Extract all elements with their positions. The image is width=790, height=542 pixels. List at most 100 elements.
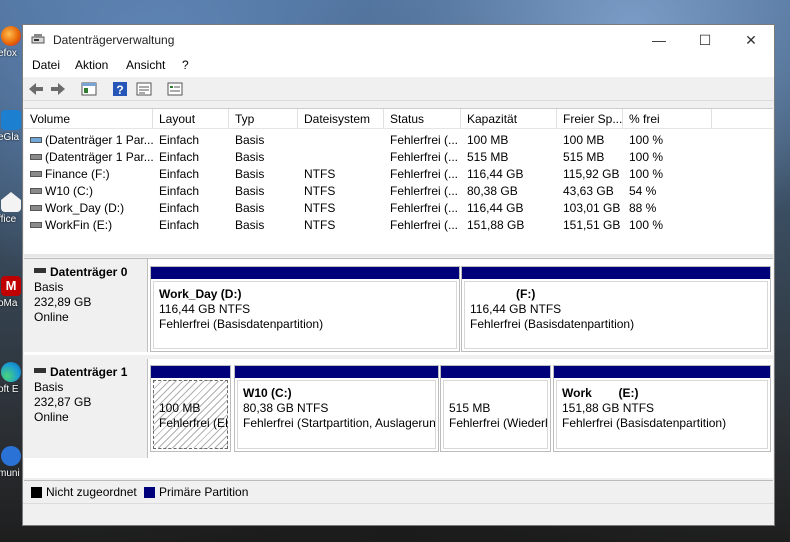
disk-size: 232,89 GB <box>34 295 92 309</box>
back-arrow-icon[interactable] <box>27 80 45 98</box>
title-bar[interactable]: Datenträgerverwaltung — ☐ ✕ <box>23 25 774 55</box>
freier-speicher-cell: 43,63 GB <box>563 184 614 198</box>
disk-state: Online <box>34 310 69 324</box>
disk-size: 232,87 GB <box>34 395 92 409</box>
menu-aktion[interactable]: Aktion <box>75 58 108 72</box>
column-header-typ[interactable]: Typ <box>229 109 298 129</box>
disk-type: Basis <box>34 380 64 394</box>
menu-ansicht[interactable]: Ansicht <box>126 58 165 72</box>
partition-body: 100 MB Fehlerfrei (EF <box>153 380 228 449</box>
table-row[interactable]: Finance (F:) Einfach Basis NTFS Fehlerfr… <box>24 166 773 183</box>
column-header-layout[interactable]: Layout <box>153 109 229 129</box>
freier-speicher-cell: 115,92 GB <box>563 167 620 181</box>
partition-name: Work (E:) <box>562 386 639 400</box>
forward-arrow-icon[interactable] <box>49 80 67 98</box>
legend-label-primary: Primäre Partition <box>159 485 249 499</box>
desktop-icon-label: oMa <box>0 298 18 309</box>
volume-name: W10 (C:) <box>45 184 93 198</box>
window-title: Datenträgerverwaltung <box>53 33 175 47</box>
status-cell: Fehlerfrei (... <box>390 133 459 147</box>
volume-icon <box>30 153 42 160</box>
app-icon <box>1 110 21 130</box>
partition-finance[interactable]: (F:) 116,44 GB NTFS Fehlerfrei (Basisdat… <box>461 266 771 352</box>
console-icon[interactable] <box>166 80 184 98</box>
edge-icon <box>1 362 21 382</box>
typ-cell: Basis <box>235 133 265 147</box>
partition-size: 116,44 GB NTFS <box>470 302 562 316</box>
column-header-freier-speicher[interactable]: Freier Sp... <box>557 109 623 129</box>
desktop-shortcut-mail[interactable]: M oMa <box>0 276 22 312</box>
desktop-shortcut-app[interactable]: eGla <box>0 110 22 146</box>
partition-status: Fehlerfrei (EF <box>159 416 228 430</box>
primary-partition-bar <box>441 366 550 378</box>
partition-body: Work (E:) 151,88 GB NTFS Fehlerfrei (Bas… <box>556 380 768 449</box>
details-icon[interactable] <box>135 80 153 98</box>
disk-icon <box>34 268 46 274</box>
partition-status: Fehlerfrei (Basisdatenpartition) <box>562 416 727 430</box>
dateisystem-cell: NTFS <box>304 201 336 215</box>
disk-0-info[interactable]: Datenträger 0 Basis 232,89 GB Online <box>24 259 148 352</box>
primary-partition-bar <box>462 267 770 279</box>
layout-cell: Einfach <box>159 167 200 181</box>
partition-workfin[interactable]: Work (E:) 151,88 GB NTFS Fehlerfrei (Bas… <box>553 365 771 452</box>
partition-size: 116,44 GB NTFS <box>159 302 251 316</box>
properties-icon[interactable] <box>80 80 98 98</box>
disk-type: Basis <box>34 280 64 294</box>
column-header-dateisystem[interactable]: Dateisystem <box>298 109 384 129</box>
list-splitter[interactable] <box>24 254 773 257</box>
dateisystem-cell: NTFS <box>304 218 336 232</box>
partition-work-day[interactable]: Work_Day (D:) 116,44 GB NTFS Fehlerfrei … <box>150 266 460 352</box>
desktop-shortcut-office[interactable]: ffice <box>0 192 22 228</box>
volume-icon <box>30 136 42 143</box>
disk-1-info[interactable]: Datenträger 1 Basis 232,87 GB Online <box>24 359 148 458</box>
column-header-status[interactable]: Status <box>384 109 461 129</box>
typ-cell: Basis <box>235 150 265 164</box>
menu-datei[interactable]: Datei <box>32 58 60 72</box>
table-row[interactable]: WorkFin (E:) Einfach Basis NTFS Fehlerfr… <box>24 217 773 234</box>
typ-cell: Basis <box>235 201 265 215</box>
volume-icon <box>30 187 42 194</box>
primary-partition-bar <box>151 267 459 279</box>
kapazitaet-cell: 151,88 GB <box>467 218 525 232</box>
close-button[interactable]: ✕ <box>728 25 774 55</box>
partition-size: 515 MB <box>449 401 491 415</box>
dateisystem-cell: NTFS <box>304 184 336 198</box>
partition-status: Fehlerfrei (Startpartition, Auslagerun <box>243 416 436 430</box>
dateisystem-cell <box>298 149 384 166</box>
maximize-button[interactable]: ☐ <box>682 25 728 55</box>
primary-partition-bar <box>235 366 438 378</box>
prozent-frei-cell: 100 % <box>629 133 664 147</box>
column-header-prozent-frei[interactable]: % frei <box>623 109 712 129</box>
freier-speicher-cell: 100 MB <box>563 133 605 147</box>
partition-name: W10 (C:) <box>243 386 292 400</box>
column-header-volume[interactable]: Volume <box>24 109 153 129</box>
dateisystem-cell <box>298 132 384 149</box>
disk-state: Online <box>34 410 69 424</box>
legend: Nicht zugeordnet Primäre Partition <box>24 480 773 502</box>
primary-partition-bar <box>554 366 770 378</box>
table-row[interactable]: Work_Day (D:) Einfach Basis NTFS Fehlerf… <box>24 200 773 217</box>
partition-name <box>449 386 547 401</box>
partition-w10[interactable]: W10 (C:) 80,38 GB NTFS Fehlerfrei (Start… <box>234 365 439 452</box>
prozent-frei-cell: 88 % <box>629 201 657 215</box>
freier-speicher-cell: 151,51 GB <box>563 218 621 232</box>
desktop-shortcut-app2[interactable]: muni <box>0 446 22 482</box>
menu-help[interactable]: ? <box>182 58 189 72</box>
table-row[interactable]: (Datenträger 1 Par... Einfach Basis Fehl… <box>24 132 773 149</box>
desktop-shortcut-firefox[interactable]: efox <box>0 26 22 62</box>
volume-cell: W10 (C:) <box>24 183 153 200</box>
volume-name: Work_Day (D:) <box>45 201 125 215</box>
legend-swatch-primary <box>144 487 155 498</box>
volume-name: (Datenträger 1 Par... <box>45 150 153 164</box>
table-row[interactable]: W10 (C:) Einfach Basis NTFS Fehlerfrei (… <box>24 183 773 200</box>
desktop-shortcut-edge[interactable]: oft E <box>0 362 22 398</box>
partition-efi[interactable]: 100 MB Fehlerfrei (EF <box>150 365 231 452</box>
minimize-button[interactable]: — <box>636 25 682 55</box>
partition-recovery[interactable]: 515 MB Fehlerfrei (Wiederh <box>440 365 551 452</box>
partition-body: 515 MB Fehlerfrei (Wiederh <box>443 380 548 449</box>
status-cell: Fehlerfrei (... <box>390 201 459 215</box>
help-icon[interactable]: ? <box>111 80 129 98</box>
column-header-kapazitaet[interactable]: Kapazität <box>461 109 557 129</box>
partition-name <box>159 386 227 401</box>
table-row[interactable]: (Datenträger 1 Par... Einfach Basis Fehl… <box>24 149 773 166</box>
